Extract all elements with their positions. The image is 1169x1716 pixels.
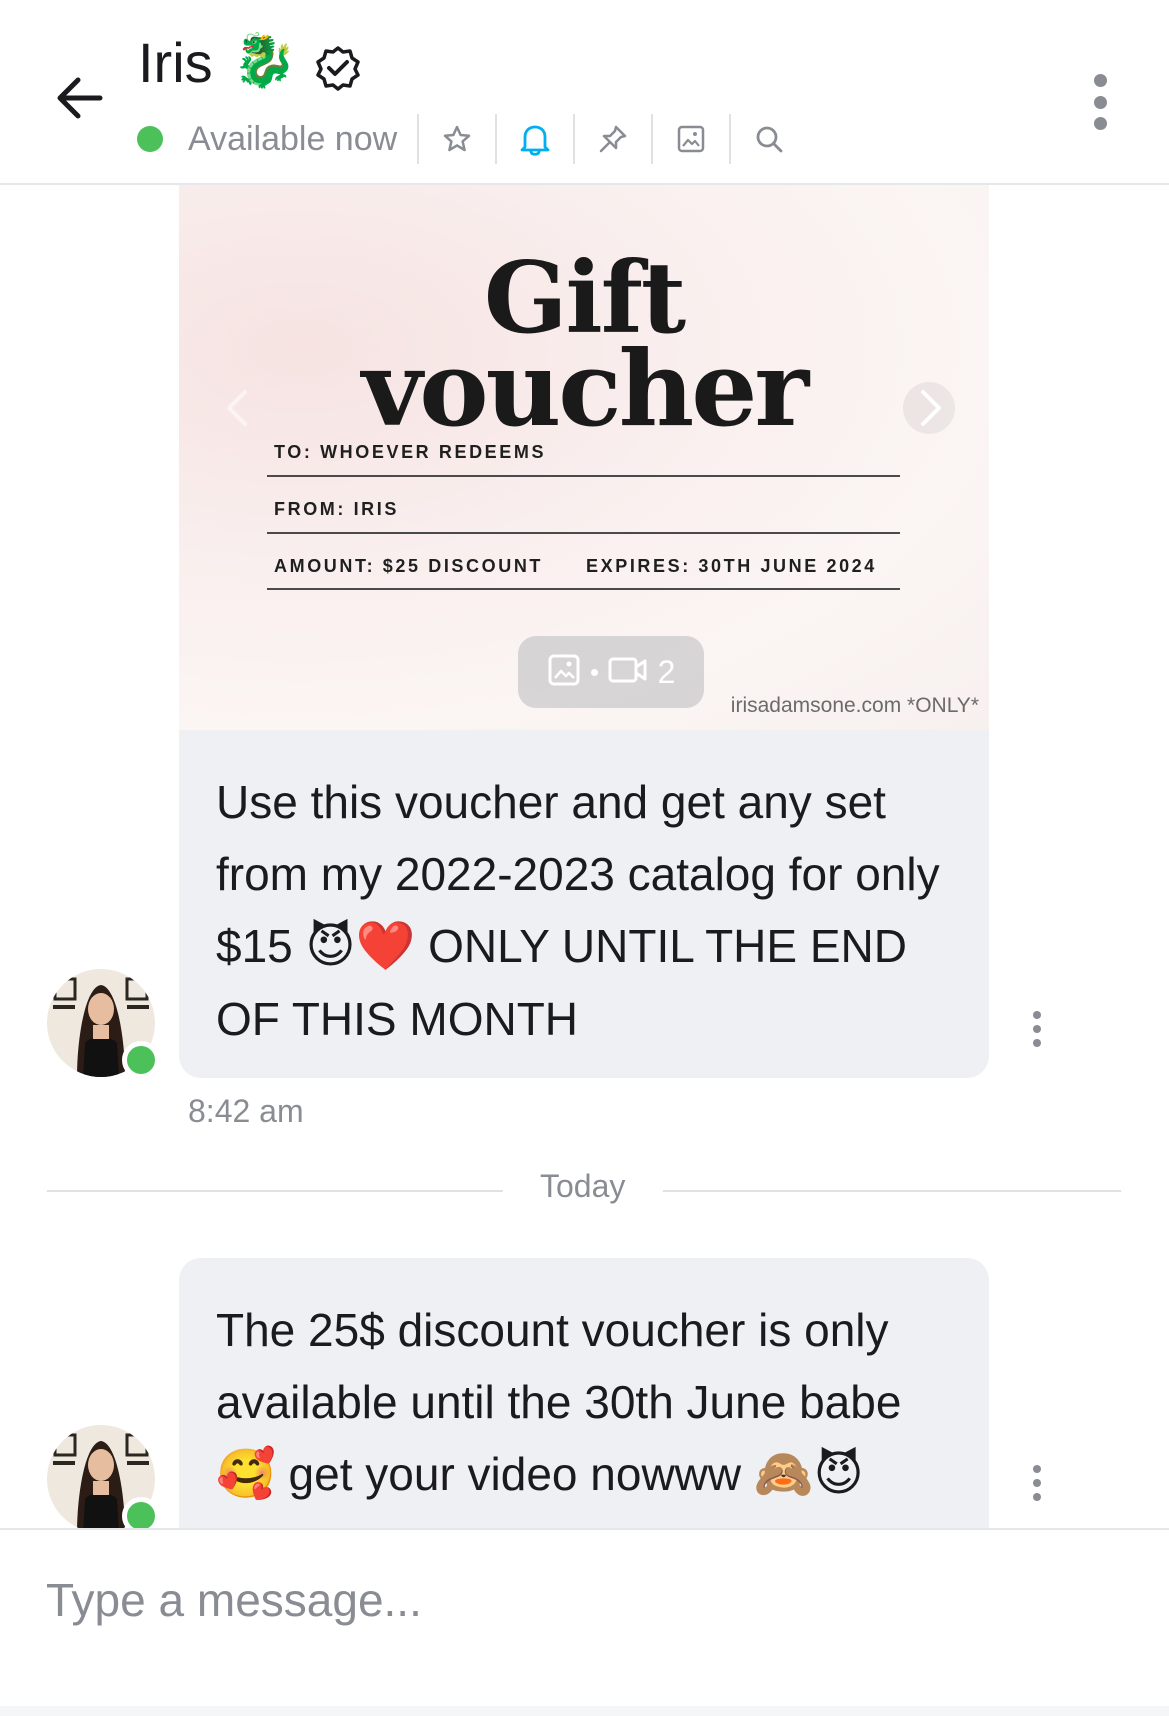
media-count: 2 [657, 653, 676, 690]
voucher-to-field: TO: WHOEVER REDEEMS [274, 442, 547, 462]
divider [729, 114, 732, 164]
smiling-hearts-emoji: 🥰 [216, 1448, 276, 1501]
divider [495, 114, 498, 164]
message-options-icon[interactable] [1030, 1011, 1044, 1047]
image-icon [547, 653, 581, 692]
voucher-amount-field: AMOUNT: $25 DISCOUNT [274, 556, 544, 576]
bell-icon[interactable] [517, 121, 553, 157]
header-toolbar: Available now [136, 112, 787, 166]
online-status-dot [137, 126, 163, 152]
chevron-right-icon[interactable] [901, 380, 957, 436]
divider [663, 1190, 1121, 1192]
divider [267, 588, 900, 590]
availability-status: Available now [188, 119, 398, 158]
message-text: The 25$ discount voucher is only availab… [216, 1304, 902, 1428]
message-input[interactable] [46, 1560, 1046, 1640]
media-count-badge: 2 [518, 636, 704, 708]
composer-footer [0, 1706, 1169, 1716]
voucher-expires-field: EXPIRES: 30TH JUNE 2024 [586, 556, 877, 576]
image-icon[interactable] [673, 121, 709, 157]
message-bubble[interactable]: Use this voucher and get any set from my… [179, 730, 989, 1078]
video-icon [608, 655, 648, 690]
online-status-dot [122, 1041, 160, 1079]
voucher-from-field: FROM: IRIS [274, 499, 399, 519]
dragon-emoji: 🐉 [232, 32, 297, 90]
search-icon[interactable] [751, 121, 787, 157]
divider [417, 114, 420, 164]
message-bubble[interactable]: The 25$ discount voucher is only availab… [179, 1258, 989, 1528]
star-icon[interactable] [439, 121, 475, 157]
divider [47, 1190, 503, 1192]
message-options-icon[interactable] [1030, 1465, 1044, 1501]
date-divider-label: Today [540, 1168, 626, 1204]
chat-header: Iris 🐉 Available now [0, 0, 1169, 185]
divider [267, 475, 900, 477]
message-timestamp: 8:42 am [188, 1093, 304, 1129]
gift-voucher-media[interactable]: Gift voucher TO: WHOEVER REDEEMS FROM: I… [179, 185, 989, 730]
voucher-title-line2: voucher [361, 327, 809, 450]
separator-dot [590, 668, 598, 676]
pin-icon[interactable] [595, 121, 631, 157]
divider [651, 114, 654, 164]
devil-heart-emoji: 😈❤️ [305, 920, 416, 973]
divider [573, 114, 576, 164]
monkey-devil-emoji: 🙈😈 [753, 1448, 864, 1501]
back-arrow-icon[interactable] [50, 68, 110, 128]
chevron-left-icon[interactable] [211, 380, 267, 436]
watermark-text: irisadamsone.com *ONLY* [730, 694, 979, 717]
verified-badge-icon [314, 44, 362, 92]
more-vertical-icon[interactable] [1085, 74, 1115, 130]
contact-name[interactable]: Iris [138, 30, 213, 95]
message-text: get your video nowww [275, 1448, 754, 1500]
divider [267, 532, 900, 534]
message-composer [0, 1528, 1169, 1716]
